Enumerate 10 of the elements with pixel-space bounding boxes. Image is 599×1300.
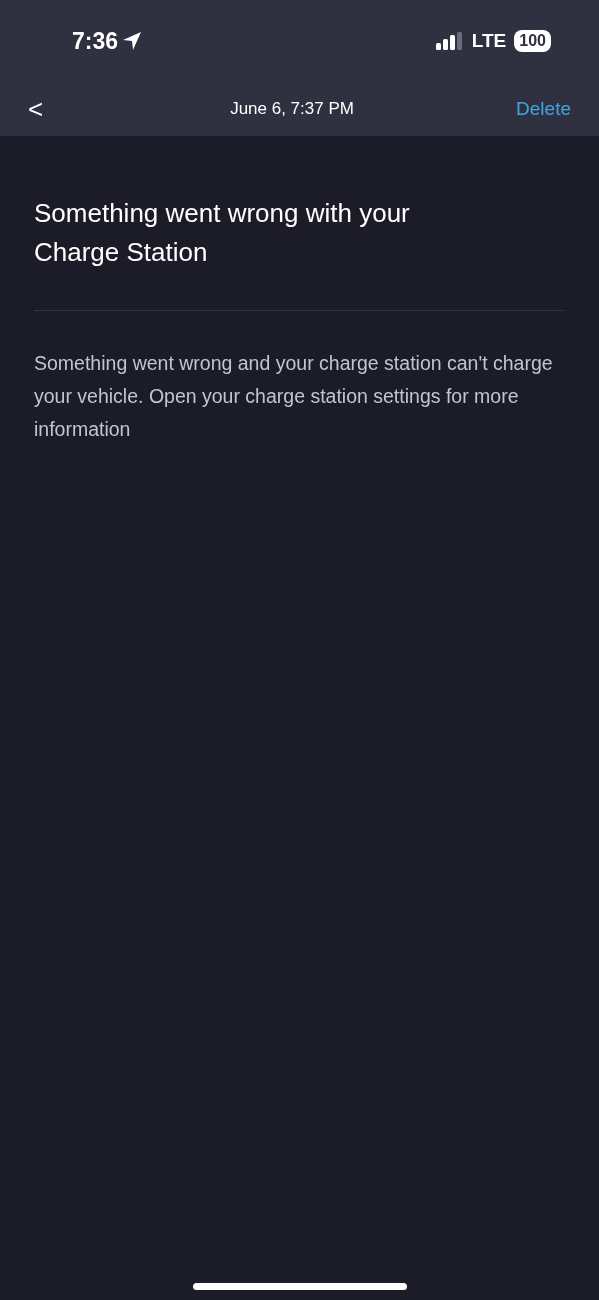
delete-button[interactable]: Delete [516, 94, 571, 124]
nav-title: June 6, 7:37 PM [230, 98, 354, 121]
message-title: Something went wrong with your Charge Station [34, 197, 411, 269]
status-time: 7:36 [72, 26, 119, 56]
message-body: Something went wrong and your charge station can't charge your vehicle. Open your charge station settings for more information [34, 351, 554, 442]
signal-icon [435, 32, 464, 50]
network-label: LTE [471, 28, 507, 53]
location-arrow-icon [122, 31, 143, 51]
battery-indicator: 100 [514, 30, 551, 52]
back-button[interactable]: < [28, 96, 68, 122]
